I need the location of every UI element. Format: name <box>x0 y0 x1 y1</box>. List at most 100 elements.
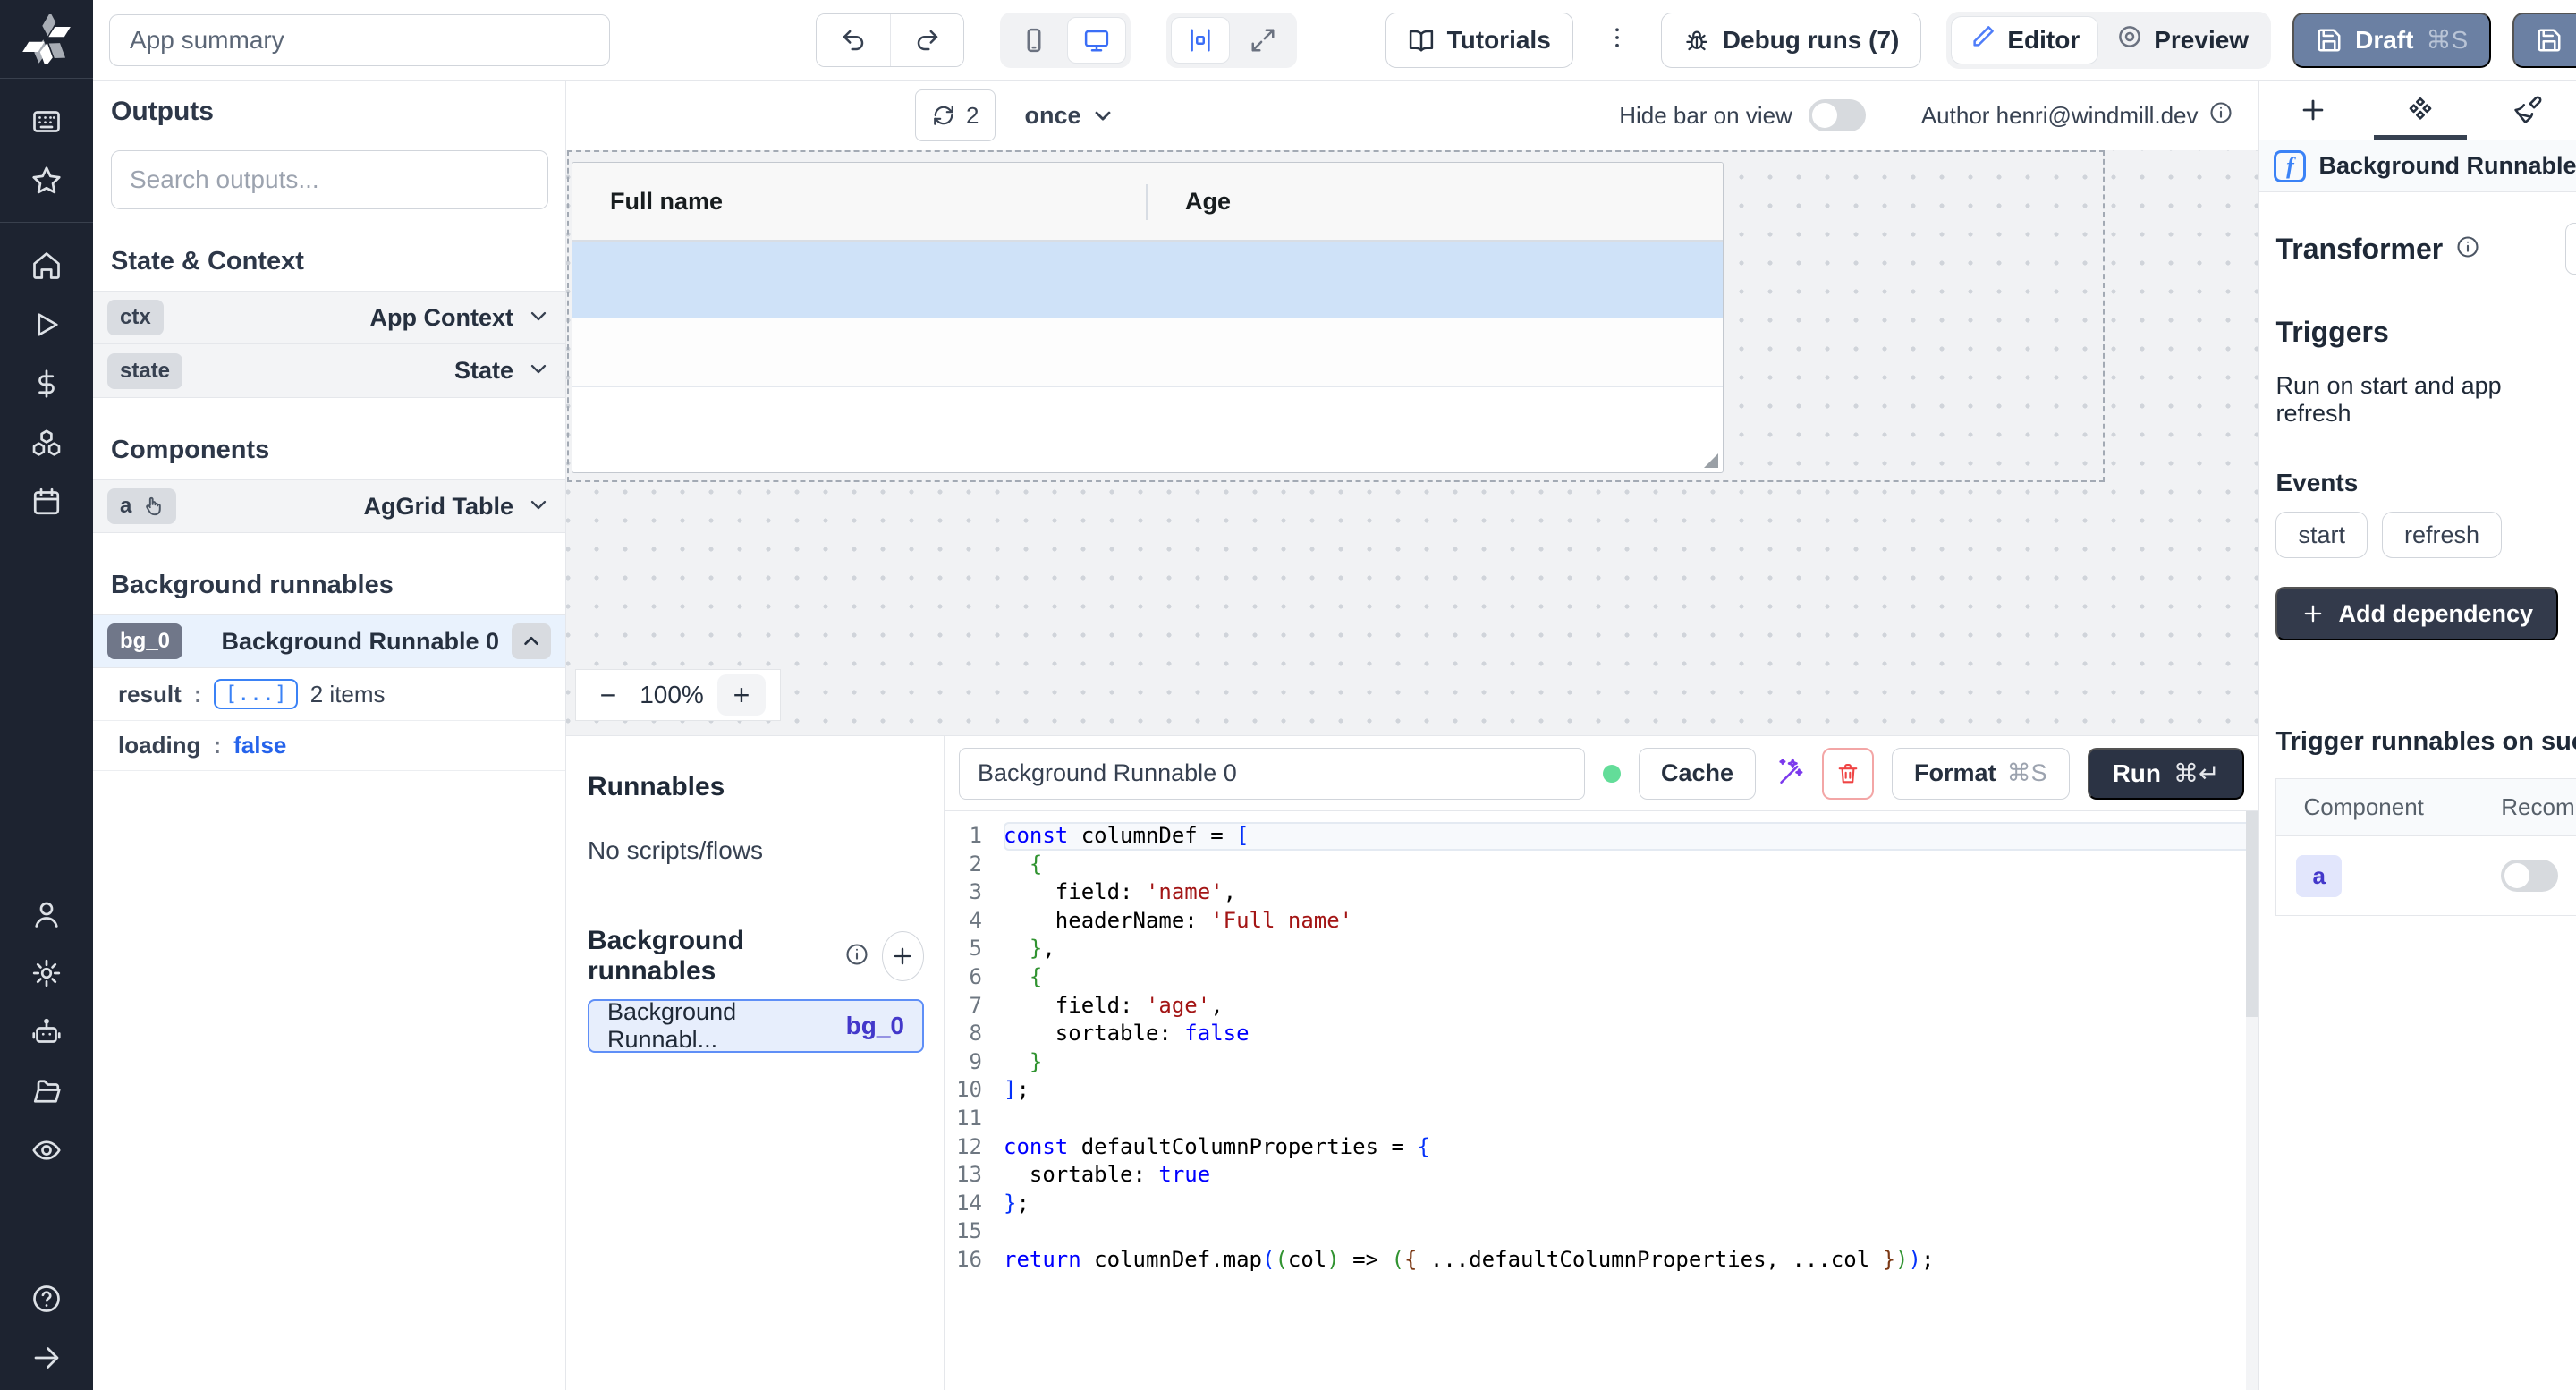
format-button[interactable]: Format ⌘S <box>1892 748 2070 800</box>
code-line[interactable]: }, <box>1004 935 2258 963</box>
chevron-down-icon[interactable] <box>526 303 551 333</box>
tab-insert-component[interactable] <box>2259 81 2367 140</box>
resources-boxes-icon[interactable] <box>30 427 63 459</box>
code-line[interactable]: headerName: 'Full name' <box>1004 907 2258 936</box>
chevron-down-icon[interactable] <box>526 356 551 386</box>
state-row[interactable]: state State <box>93 344 565 398</box>
users-icon[interactable] <box>30 898 63 930</box>
run-shortcut: ⌘↵ <box>2174 759 2219 788</box>
add-transformer-button[interactable]: Add <box>2565 223 2576 275</box>
preview-tab[interactable]: Preview <box>2098 16 2267 64</box>
runs-play-icon[interactable] <box>30 309 63 341</box>
code-line[interactable] <box>1004 1105 2258 1133</box>
settings-gear-icon[interactable] <box>30 957 63 989</box>
windmill-logo[interactable] <box>0 0 93 79</box>
editor-scrollbar[interactable] <box>2246 811 2258 1390</box>
redo-button[interactable] <box>890 14 963 66</box>
variables-dollar-icon[interactable] <box>30 368 63 400</box>
event-chip-refresh: refresh <box>2382 512 2502 558</box>
favorites-star-icon[interactable] <box>30 165 63 197</box>
tutorials-button[interactable]: Tutorials <box>1385 13 1573 68</box>
code-line[interactable] <box>1004 1217 2258 1246</box>
result-expand-button[interactable]: [...] <box>214 679 297 709</box>
app-canvas[interactable]: Full name Age − 100% + <box>566 150 2258 735</box>
code-line[interactable]: sortable: false <box>1004 1020 2258 1048</box>
debug-runs-button[interactable]: Debug runs (7) <box>1661 13 1922 68</box>
undo-button[interactable] <box>817 14 890 66</box>
run-button[interactable]: Run ⌘↵ <box>2088 748 2245 800</box>
bg0-row[interactable]: bg_0 Background Runnable 0 <box>93 614 565 668</box>
bg-runnable-item-selected[interactable]: Background Runnabl... bg_0 <box>588 999 924 1053</box>
refresh-count-button[interactable]: 2 <box>915 89 996 141</box>
code-editor: Cache Format ⌘S Run ⌘↵ <box>945 736 2258 1390</box>
table-header-fullname[interactable]: Full name <box>572 163 1148 240</box>
home-icon[interactable] <box>30 250 63 282</box>
refresh-mode-select[interactable]: once <box>1024 102 1114 130</box>
topbar: Tutorials Debug runs (7) Editor Preview <box>93 0 2576 81</box>
cache-button[interactable]: Cache <box>1639 748 1756 800</box>
expand-sidebar-icon[interactable] <box>30 1342 63 1374</box>
canvas-zoom-control: − 100% + <box>575 669 781 721</box>
tab-component-settings[interactable] <box>2367 81 2474 140</box>
recompute-toggle[interactable] <box>2501 860 2558 892</box>
app-summary-input[interactable] <box>109 14 610 66</box>
draft-button[interactable]: Draft ⌘S <box>2292 13 2491 68</box>
zoom-in-button[interactable]: + <box>717 674 766 716</box>
apps-grid-icon[interactable] <box>30 106 63 138</box>
delete-button[interactable] <box>1822 748 1874 800</box>
undo-redo-group <box>816 13 964 67</box>
audit-eye-icon[interactable] <box>30 1134 63 1166</box>
runnables-title: Runnables <box>588 772 924 802</box>
info-icon[interactable] <box>2455 234 2480 264</box>
help-icon[interactable] <box>30 1283 63 1315</box>
mobile-view-button[interactable] <box>1004 17 1063 64</box>
add-runnable-button[interactable] <box>882 931 924 981</box>
tutorials-label: Tutorials <box>1447 26 1551 55</box>
table-row-selected[interactable] <box>572 242 1723 318</box>
info-icon[interactable] <box>2208 100 2233 131</box>
resize-handle[interactable] <box>1704 453 1718 468</box>
folders-icon[interactable] <box>30 1075 63 1107</box>
code-line[interactable]: field: 'age', <box>1004 992 2258 1021</box>
code-line[interactable]: } <box>1004 1048 2258 1077</box>
info-icon[interactable] <box>844 942 869 971</box>
runnable-name-input[interactable] <box>959 748 1585 800</box>
chevron-down-icon[interactable] <box>526 492 551 521</box>
zoom-out-button[interactable]: − <box>590 679 626 712</box>
more-menu-button[interactable] <box>1604 24 1631 55</box>
code-lines[interactable]: const columnDef = [ { field: 'name', hea… <box>1004 822 2258 1390</box>
hide-bar-toggle[interactable] <box>1809 99 1866 131</box>
code-line[interactable]: ]; <box>1004 1076 2258 1105</box>
deploy-button[interactable]: Deploy <box>2512 13 2576 68</box>
ctx-row[interactable]: ctx App Context <box>93 291 565 344</box>
editor-tab[interactable]: Editor <box>1951 16 2098 64</box>
code-line[interactable]: const defaultColumnProperties = { <box>1004 1133 2258 1162</box>
workers-bot-icon[interactable] <box>30 1016 63 1048</box>
add-dependency-button[interactable]: Add dependency <box>2275 587 2558 640</box>
schedules-calendar-icon[interactable] <box>30 486 63 518</box>
tab-styling[interactable] <box>2474 81 2576 140</box>
desktop-view-button[interactable] <box>1067 17 1126 64</box>
component-a-chip[interactable]: a <box>2296 855 2341 897</box>
table-header-age[interactable]: Age <box>1148 163 1723 240</box>
component-a-badge: a <box>107 488 176 524</box>
ai-wand-icon[interactable] <box>1774 756 1804 791</box>
center-align-button[interactable] <box>1171 17 1230 64</box>
collapse-button[interactable] <box>512 623 551 659</box>
code-area[interactable]: 12345678910111213141516 const columnDef … <box>945 811 2258 1390</box>
hide-bar-label: Hide bar on view <box>1619 102 1792 130</box>
code-line[interactable]: { <box>1004 851 2258 879</box>
table-row[interactable] <box>572 318 1723 387</box>
fullscreen-button[interactable] <box>1233 17 1292 64</box>
code-line[interactable]: }; <box>1004 1190 2258 1218</box>
component-a-row[interactable]: a AgGrid Table <box>93 479 565 533</box>
code-line[interactable]: const columnDef = [ <box>1004 822 2258 851</box>
code-line[interactable]: field: 'name', <box>1004 878 2258 907</box>
sidebar-divider <box>0 222 93 223</box>
code-line[interactable]: { <box>1004 963 2258 992</box>
code-line[interactable]: sortable: true <box>1004 1161 2258 1190</box>
search-outputs-input[interactable] <box>111 150 548 209</box>
aggrid-table-component[interactable]: Full name Age <box>572 162 1724 473</box>
code-line[interactable]: return columnDef.map((col) => ({ ...defa… <box>1004 1246 2258 1275</box>
column-recompute: Recompute <box>2501 793 2576 821</box>
